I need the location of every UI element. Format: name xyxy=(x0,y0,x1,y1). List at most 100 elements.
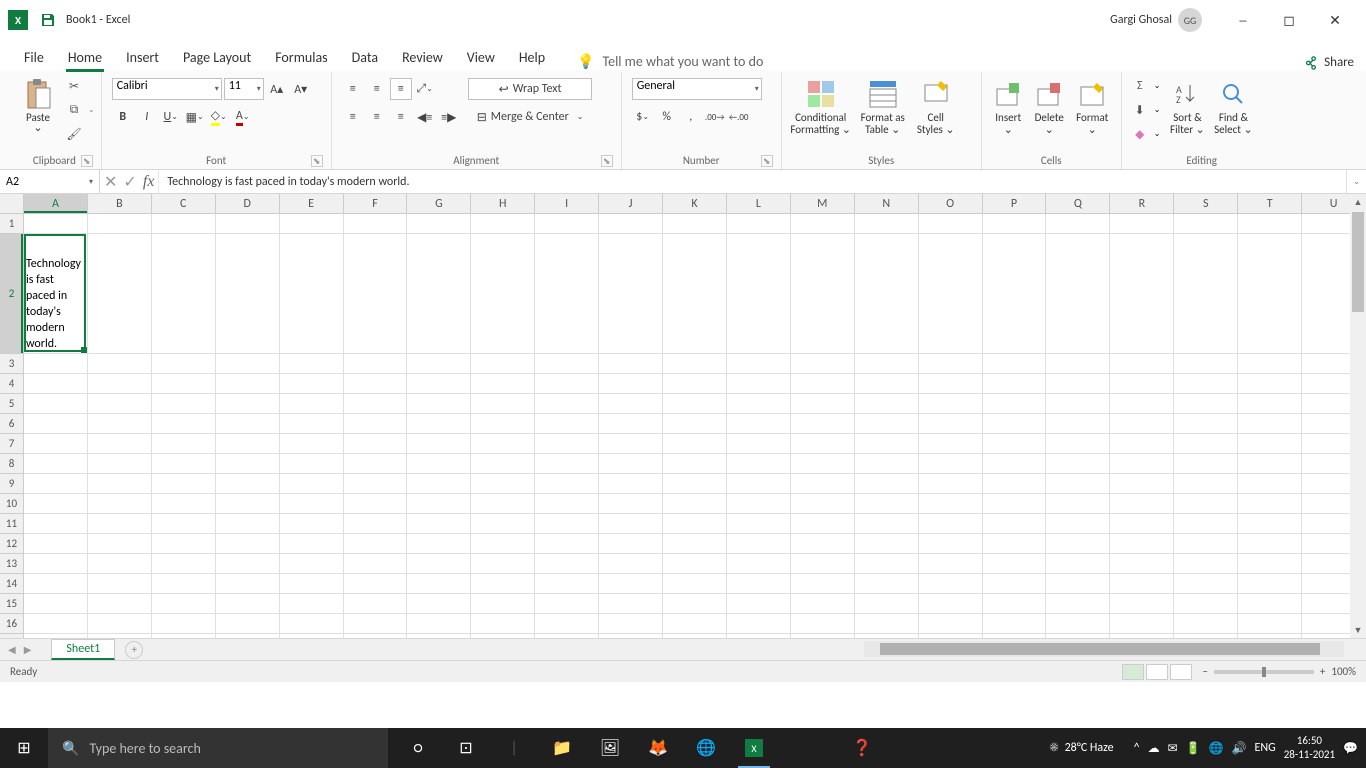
cell[interactable] xyxy=(599,374,663,394)
cell[interactable] xyxy=(344,234,408,354)
user-avatar[interactable]: GG xyxy=(1178,8,1202,32)
cell[interactable] xyxy=(471,354,535,374)
cell[interactable] xyxy=(1110,394,1174,414)
cell[interactable] xyxy=(24,214,88,234)
cell[interactable] xyxy=(791,394,855,414)
cell[interactable] xyxy=(344,474,408,494)
cancel-formula-button[interactable]: ✕ xyxy=(104,172,117,192)
cell[interactable] xyxy=(152,214,216,234)
cell[interactable] xyxy=(407,574,471,594)
cell[interactable] xyxy=(407,434,471,454)
percent-button[interactable]: % xyxy=(656,106,678,128)
cell[interactable] xyxy=(152,514,216,534)
cell[interactable] xyxy=(216,474,280,494)
cell[interactable] xyxy=(599,554,663,574)
cell[interactable] xyxy=(24,414,88,434)
cell[interactable] xyxy=(407,354,471,374)
cell[interactable] xyxy=(1046,434,1110,454)
row-header-9[interactable]: 9 xyxy=(0,474,24,494)
cell[interactable] xyxy=(88,354,152,374)
cell[interactable] xyxy=(344,514,408,534)
cell[interactable] xyxy=(152,434,216,454)
cell[interactable] xyxy=(1110,554,1174,574)
mail-tray-icon[interactable]: ✉ xyxy=(1168,741,1178,756)
insert-cells-button[interactable]: Insert ⌄ xyxy=(988,76,1029,138)
cell[interactable] xyxy=(663,494,727,514)
cell[interactable] xyxy=(407,414,471,434)
align-right-button[interactable]: ≡ xyxy=(390,106,412,128)
next-sheet-button[interactable]: ▶ xyxy=(24,643,32,656)
row-header-13[interactable]: 13 xyxy=(0,554,24,574)
cell[interactable] xyxy=(1110,234,1174,354)
col-header-g[interactable]: G xyxy=(407,194,471,213)
cell[interactable] xyxy=(216,554,280,574)
minimize-button[interactable]: ─ xyxy=(1220,4,1266,36)
cell[interactable] xyxy=(535,394,599,414)
copy-button[interactable]: ⧉ xyxy=(64,100,84,120)
cell[interactable] xyxy=(599,454,663,474)
col-header-b[interactable]: B xyxy=(88,194,152,213)
cell[interactable] xyxy=(1174,594,1238,614)
cell[interactable] xyxy=(919,414,983,434)
cell[interactable] xyxy=(1110,594,1174,614)
cell[interactable] xyxy=(216,454,280,474)
cell[interactable] xyxy=(919,354,983,374)
cell[interactable] xyxy=(1110,414,1174,434)
cell[interactable] xyxy=(1238,354,1302,374)
cell[interactable] xyxy=(983,574,1047,594)
cell[interactable] xyxy=(663,414,727,434)
cell[interactable] xyxy=(919,554,983,574)
row-header-12[interactable]: 12 xyxy=(0,534,24,554)
insert-function-button[interactable]: fx xyxy=(143,173,155,191)
col-header-t[interactable]: T xyxy=(1238,194,1302,213)
cell[interactable] xyxy=(1046,594,1110,614)
cell[interactable] xyxy=(855,554,919,574)
cell[interactable] xyxy=(407,594,471,614)
increase-indent-button[interactable]: ≡▶ xyxy=(438,106,460,128)
cell[interactable] xyxy=(791,514,855,534)
formula-input[interactable]: Technology is fast paced in today's mode… xyxy=(159,170,1346,193)
cell[interactable] xyxy=(344,454,408,474)
cell[interactable] xyxy=(919,214,983,234)
cell[interactable] xyxy=(855,534,919,554)
cell[interactable] xyxy=(471,534,535,554)
orientation-button[interactable]: ⤢⌄ xyxy=(414,78,436,100)
cell[interactable] xyxy=(535,514,599,534)
cell[interactable] xyxy=(280,234,344,354)
cell[interactable] xyxy=(216,534,280,554)
cell[interactable] xyxy=(1046,614,1110,634)
cell[interactable] xyxy=(88,214,152,234)
cell[interactable] xyxy=(1174,474,1238,494)
cell[interactable] xyxy=(1046,534,1110,554)
language-indicator[interactable]: ENG xyxy=(1255,741,1276,755)
cell[interactable] xyxy=(1238,614,1302,634)
align-top-button[interactable]: ≡ xyxy=(342,78,364,100)
cell[interactable] xyxy=(152,494,216,514)
cell[interactable] xyxy=(1046,574,1110,594)
cell[interactable] xyxy=(855,574,919,594)
cell[interactable] xyxy=(1046,514,1110,534)
cell[interactable] xyxy=(663,534,727,554)
cell[interactable] xyxy=(280,414,344,434)
tell-me[interactable]: 💡 Tell me what you want to do xyxy=(577,53,763,70)
cell[interactable] xyxy=(791,214,855,234)
cell[interactable] xyxy=(663,554,727,574)
row-header-15[interactable]: 15 xyxy=(0,594,24,614)
cell[interactable] xyxy=(471,514,535,534)
cell[interactable] xyxy=(919,474,983,494)
cell[interactable] xyxy=(471,214,535,234)
cell[interactable] xyxy=(983,354,1047,374)
battery-tray-icon[interactable]: 🔋 xyxy=(1186,741,1201,756)
cell[interactable] xyxy=(24,614,88,634)
cell[interactable] xyxy=(727,574,791,594)
cell[interactable] xyxy=(727,474,791,494)
cell[interactable] xyxy=(855,374,919,394)
cell[interactable] xyxy=(919,614,983,634)
notifications-tray-icon[interactable]: 💬 xyxy=(1343,741,1358,756)
cell[interactable] xyxy=(280,614,344,634)
share-button[interactable]: Share xyxy=(1304,55,1354,70)
cell[interactable] xyxy=(280,354,344,374)
cell[interactable] xyxy=(152,394,216,414)
cell[interactable] xyxy=(280,554,344,574)
cell[interactable] xyxy=(983,614,1047,634)
